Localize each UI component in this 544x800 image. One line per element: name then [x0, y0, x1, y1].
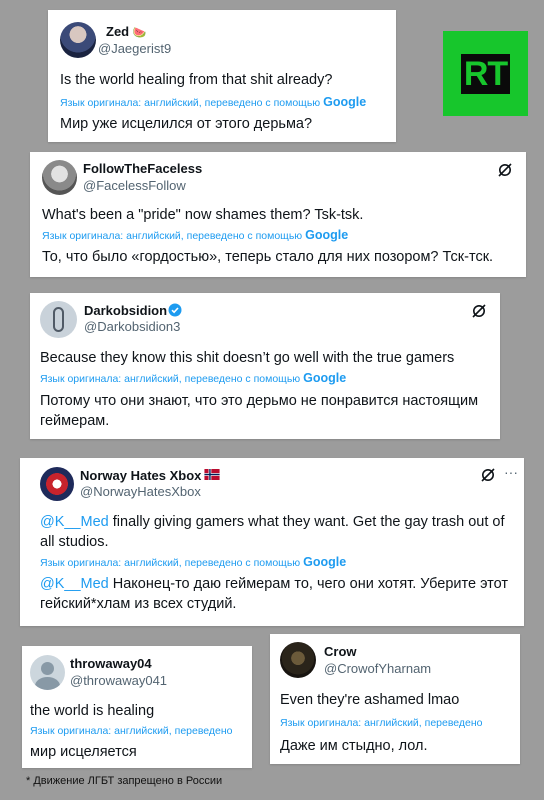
verified-badge-icon — [168, 303, 182, 317]
author-name[interactable]: Crow — [324, 644, 357, 659]
translated-text-line2: геймерам. — [40, 413, 110, 429]
footnote: * Движение ЛГБТ запрещено в России — [26, 775, 223, 787]
author-name[interactable]: Norway Hates Xbox — [80, 468, 201, 483]
translated-text: мир исцеляется — [30, 744, 137, 760]
avatar[interactable] — [30, 655, 65, 690]
mention-link[interactable]: @K__Med — [40, 514, 109, 530]
tweet-card-crow[interactable]: Crow @CrowofYharnam Even they're ashamed… — [270, 634, 520, 764]
rt-logo-text: RT — [460, 53, 511, 94]
avatar[interactable] — [60, 22, 96, 58]
google-logo: Google — [323, 95, 367, 109]
author-name[interactable]: throwaway04 — [70, 656, 152, 671]
author-name[interactable]: Darkobsidion — [84, 303, 167, 318]
avatar[interactable] — [40, 301, 77, 338]
translation-note: Язык оригинала: английский, переведено с… — [60, 95, 367, 109]
translated-text-line2: гейский*хлам из всех студий. — [40, 596, 237, 612]
translated-text-line1: @K__Med Наконец-то даю геймерам то, чего… — [40, 576, 509, 592]
author-handle[interactable]: @FacelessFollow — [83, 178, 186, 193]
tweet-text: Is the world healing from that shit alre… — [60, 72, 333, 88]
translated-text: То, что было «гордостью», теперь стало д… — [42, 249, 494, 265]
tweet-card-darkobsidion[interactable]: Darkobsidion @Darkobsidion3 Because they… — [30, 293, 500, 439]
tweet-text: the world is healing — [30, 703, 155, 719]
tweet-text-line1: @K__Med finally giving gamers what they … — [40, 514, 505, 530]
tweet-card-followthefaceless[interactable]: FollowTheFaceless @FacelessFollow What's… — [30, 152, 526, 277]
grok-icon[interactable] — [497, 162, 513, 178]
author-name[interactable]: Zed 🍉 — [106, 24, 146, 39]
translation-note: Язык оригинала: английский, переведено — [30, 725, 233, 737]
author-name[interactable]: FollowTheFaceless — [83, 161, 202, 176]
author-handle[interactable]: @CrowofYharnam — [324, 661, 431, 676]
norway-flag-icon — [204, 469, 220, 480]
avatar[interactable] — [42, 160, 77, 195]
tweet-text: Even they're ashamed lmao — [280, 692, 460, 708]
translated-text-line1: Потому что они знают, что это дерьмо не … — [40, 393, 479, 409]
google-logo: Google — [303, 371, 347, 385]
watermelon-icon: 🍉 — [132, 27, 147, 39]
rt-logo: RT — [443, 31, 528, 116]
author-handle[interactable]: @Jaegerist9 — [98, 41, 171, 56]
author-handle[interactable]: @throwaway041 — [70, 673, 167, 688]
google-logo: Google — [303, 555, 347, 569]
google-logo: Google — [305, 228, 349, 242]
author-handle[interactable]: @NorwayHatesXbox — [80, 484, 201, 499]
tweet-card-throwaway04[interactable]: throwaway04 @throwaway041 the world is h… — [22, 646, 252, 768]
tweet-card-zed[interactable]: Zed 🍉 @Jaegerist9 Is the world healing f… — [48, 10, 396, 142]
grok-icon[interactable] — [480, 467, 496, 483]
mention-link[interactable]: @K__Med — [40, 576, 109, 592]
avatar[interactable] — [40, 467, 74, 501]
translation-note: Язык оригинала: английский, переведено с… — [42, 228, 349, 242]
tweet-text-line2: all studios. — [40, 534, 109, 550]
author-handle[interactable]: @Darkobsidion3 — [84, 319, 180, 334]
translated-text: Мир уже исцелился от этого дерьма? — [60, 116, 313, 132]
translation-note: Язык оригинала: английский, переведено с… — [40, 371, 347, 385]
tweet-card-norwayhatesxbox[interactable]: Norway Hates Xbox @NorwayHatesXbox ··· @… — [20, 458, 524, 626]
tweet-text: Because they know this shit doesn’t go w… — [40, 350, 455, 366]
more-options-icon[interactable]: ··· — [504, 464, 518, 480]
grok-icon[interactable] — [471, 303, 487, 319]
translated-text: Даже им стыдно, лол. — [280, 738, 428, 754]
translation-note: Язык оригинала: английский, переведено с… — [40, 555, 347, 569]
avatar[interactable] — [280, 642, 316, 678]
translation-note: Язык оригинала: английский, переведено — [280, 717, 483, 729]
tweet-text: What's been a "pride" now shames them? T… — [42, 207, 364, 223]
